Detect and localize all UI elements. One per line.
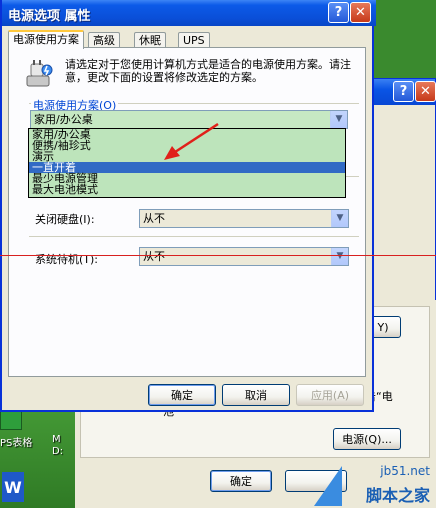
chevron-down-icon[interactable]: ▼ (330, 111, 347, 128)
watermark: jb51.net 脚本之家 (314, 464, 434, 506)
standby-value: 从不 (143, 250, 165, 263)
background-ok-button[interactable]: 确定 (210, 470, 272, 492)
desktop-icon-label-2: M D: (52, 434, 64, 457)
dialog-button-bar: 确定 取消 应用(A) (2, 380, 372, 410)
dialog-titlebar[interactable]: 电源选项 属性 ? ✕ (2, 0, 376, 26)
tab-hibernate[interactable]: 休眠 (134, 32, 166, 48)
dialog-title: 电源选项 属性 (8, 9, 91, 24)
tab-ups[interactable]: UPS (178, 32, 210, 48)
cancel-button[interactable]: 取消 (222, 384, 290, 406)
power-schemes-panel: 请选定对于您使用计算机方式是适合的电源使用方案。请注意，更改下面的设置将修改选定… (8, 47, 366, 377)
background-help-icon[interactable]: ? (393, 81, 414, 102)
close-icon[interactable]: ✕ (350, 2, 371, 23)
power-scheme-value: 家用/办公桌 (34, 113, 93, 126)
intro-text: 请选定对于您使用计算机方式是适合的电源使用方案。请注意，更改下面的设置将修改选定… (65, 58, 351, 84)
list-item[interactable]: 最大电池模式 (29, 184, 345, 195)
watermark-url: jb51.net (380, 464, 430, 478)
tab-power-schemes[interactable]: 电源使用方案 (8, 30, 84, 49)
power-options-dialog: 电源选项 属性 ? ✕ 电源使用方案 高级 休眠 UPS 请选定对于您使用计算机… (0, 0, 376, 412)
settings-divider-2 (29, 236, 359, 237)
background-window-titlebar: ? ✕ (371, 79, 436, 105)
hard-disk-value: 从不 (143, 212, 165, 225)
power-button[interactable]: 电源(Q)... (333, 428, 401, 450)
standby-select[interactable]: 从不 ▼ (139, 247, 349, 266)
watermark-name: 脚本之家 (365, 486, 430, 505)
watermark-logo-icon (314, 466, 342, 506)
annotation-red-line (0, 255, 436, 256)
wps-writer-icon[interactable]: W (2, 472, 24, 502)
chevron-down-icon[interactable]: ▼ (331, 210, 348, 227)
help-icon[interactable]: ? (328, 2, 349, 23)
chevron-down-icon[interactable]: ▼ (331, 248, 348, 265)
hard-disk-label: 关闭硬盘(I): (35, 213, 95, 226)
desktop-icon-label: PS表格 (0, 438, 33, 449)
annotation-arrow-icon (164, 122, 219, 160)
standby-label: 系统待机(T): (35, 253, 99, 266)
apply-button[interactable]: 应用(A) (296, 384, 364, 406)
hard-disk-select[interactable]: 从不 ▼ (139, 209, 349, 228)
power-plug-icon (23, 58, 55, 90)
background-close-icon[interactable]: ✕ (415, 81, 436, 102)
tab-advanced[interactable]: 高级 (88, 32, 120, 48)
ok-button[interactable]: 确定 (148, 384, 216, 406)
